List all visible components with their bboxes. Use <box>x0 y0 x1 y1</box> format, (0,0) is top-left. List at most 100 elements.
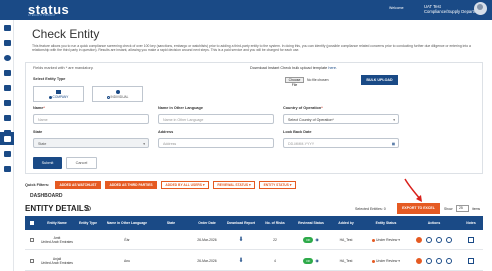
other-language-input[interactable]: Name in Other Language <box>158 114 274 124</box>
row-checkbox[interactable] <box>25 230 39 250</box>
dashboard-icon[interactable] <box>0 22 14 34</box>
col-actions: Actions <box>427 221 441 225</box>
report-icon[interactable] <box>0 97 14 109</box>
added-by-cell: HA_Test <box>339 258 353 263</box>
status-dot-icon <box>372 238 375 242</box>
lookback-label: Look Back Date <box>283 130 312 134</box>
chevron-down-icon: ▾ <box>398 237 400 242</box>
chevron-down-icon: ▾ <box>393 118 395 122</box>
country-select[interactable]: Select Country of Operation* ▾ <box>283 114 399 124</box>
third-party-icon[interactable] <box>446 237 452 243</box>
table-row[interactable]: Anjali United Arab Emirates Anu 26-Mar-2… <box>25 251 483 271</box>
reviewal-status-cell[interactable]: OK ◉ <box>293 230 329 250</box>
third-party-icon[interactable] <box>446 258 452 264</box>
address-label: Address <box>158 130 174 134</box>
state-cell <box>153 251 189 271</box>
user-add-icon[interactable] <box>0 132 14 145</box>
col-entity-name[interactable]: Entity Name <box>39 216 75 230</box>
info-icon[interactable]: i <box>86 206 91 211</box>
address-input[interactable]: Address <box>158 138 274 148</box>
col-entity-type[interactable]: Entity Type <box>75 216 101 230</box>
selected-count: Selected Entities: 0 <box>355 207 386 211</box>
download-report-icon[interactable]: ⬇ <box>225 230 257 250</box>
col-other-language[interactable]: Name in Other Language <box>101 216 153 230</box>
entity-status-cell[interactable]: Under Review ▾ <box>363 251 409 271</box>
actions-cell <box>409 251 459 271</box>
filter-third-parties[interactable]: ADDED AS THIRD PARTIES <box>105 181 157 189</box>
annotation-arrow <box>404 178 422 202</box>
actions-cell <box>409 230 459 250</box>
col-order-date[interactable]: Order Date <box>189 216 225 230</box>
eye-icon[interactable] <box>0 52 14 64</box>
col-notes: Notes <box>466 221 476 225</box>
cancel-button[interactable]: Cancel <box>66 157 97 169</box>
entity-type-company[interactable]: COMPANY <box>33 86 84 102</box>
status-badge: OK <box>303 236 314 244</box>
col-state[interactable]: State <box>153 216 189 230</box>
risks-cell: 22 <box>273 237 277 242</box>
download-template-link[interactable]: here. <box>328 66 337 70</box>
filter-added-by[interactable]: ADDED BY ALL USERS ▾ <box>161 181 209 189</box>
other-language-cell: Anu <box>123 258 131 263</box>
entity-name-cell[interactable]: Anjali United Arab Emirates <box>39 251 75 271</box>
order-date-cell: 26-Mar-2026 <box>197 237 217 242</box>
grid-icon[interactable] <box>0 37 14 49</box>
name-input[interactable]: Name <box>33 114 149 124</box>
notes-cell[interactable] <box>459 230 483 250</box>
entity-type-individual[interactable]: INDIVIDUAL <box>92 86 143 102</box>
radio-icon <box>106 95 110 99</box>
lookback-date-input[interactable]: DD-MMM-YYYY ▦ <box>283 138 399 148</box>
filter-reviewal-status[interactable]: REVIEWAL STATUS ▾ <box>213 181 255 189</box>
status-dot-icon <box>372 259 375 263</box>
entity-status-cell[interactable]: Under Review ▾ <box>363 230 409 250</box>
building-icon[interactable] <box>0 148 14 160</box>
notes-icon[interactable] <box>468 237 474 243</box>
bank-icon[interactable] <box>0 112 14 124</box>
file-status: No file chosen <box>307 78 329 82</box>
entity-name-cell[interactable]: Amit United Arab Emirates <box>39 230 75 250</box>
refresh-icon[interactable] <box>426 258 432 264</box>
col-reviewal-status[interactable]: Reviewal Status <box>293 216 329 230</box>
name-label: Name* <box>33 106 45 110</box>
bulk-upload-button[interactable]: BULK UPLOAD <box>361 75 398 85</box>
quick-filters-label: Quick Filters: <box>25 183 50 187</box>
col-entity-status[interactable]: Entity Status <box>363 216 409 230</box>
export-excel-button[interactable]: EXPORT TO EXCEL <box>397 203 440 214</box>
refresh-icon[interactable] <box>426 237 432 243</box>
filter-entity-status[interactable]: ENTITY STATUS ▾ <box>259 181 296 189</box>
notes-icon[interactable] <box>468 258 474 264</box>
row-checkbox[interactable] <box>25 251 39 271</box>
reviewal-status-cell[interactable]: OK ◉ <box>293 251 329 271</box>
download-report-icon[interactable]: ⬇ <box>225 251 257 271</box>
hand-icon[interactable] <box>0 163 14 175</box>
choose-file-button[interactable]: Choose File <box>285 77 304 87</box>
watchlist-icon[interactable] <box>416 237 422 243</box>
entity-type-label: Select Entity Type <box>33 77 66 81</box>
state-select[interactable]: State ▾ <box>33 138 149 148</box>
col-risks[interactable]: No. of Risks <box>257 216 293 230</box>
filter-watchlist[interactable]: ADDED AS WATCHLIST <box>55 181 101 189</box>
page-description: This feature allows you to run a quick c… <box>32 44 471 53</box>
table-row[interactable]: Amit United Arab Emirates Éár 26-Mar-202… <box>25 230 483 250</box>
order-date-cell: 26-Mar-2026 <box>197 258 217 263</box>
radio-icon <box>48 95 52 99</box>
other-language-label: Name in Other Language <box>158 106 203 110</box>
submit-button[interactable]: Submit <box>33 157 62 169</box>
eye-icon[interactable]: ◉ <box>315 237 319 242</box>
history-icon[interactable] <box>436 258 442 264</box>
notes-cell[interactable] <box>459 251 483 271</box>
select-all-checkbox[interactable] <box>25 216 39 230</box>
eye-icon[interactable]: ◉ <box>315 258 319 263</box>
avatar[interactable] <box>474 2 487 15</box>
required-note: Fields marked with * are mandatory. <box>33 66 94 70</box>
calendar-icon[interactable]: ▦ <box>392 142 395 146</box>
watchlist-icon[interactable] <box>416 258 422 264</box>
chart-icon[interactable] <box>0 67 14 79</box>
page-size-select[interactable]: 25 <box>456 205 469 212</box>
state-label: State <box>33 130 43 134</box>
download-icon[interactable] <box>0 82 14 94</box>
history-icon[interactable] <box>436 237 442 243</box>
country-label: Country of Operation* <box>283 106 323 110</box>
col-added-by[interactable]: Added by <box>329 216 363 230</box>
sidebar <box>0 20 14 271</box>
